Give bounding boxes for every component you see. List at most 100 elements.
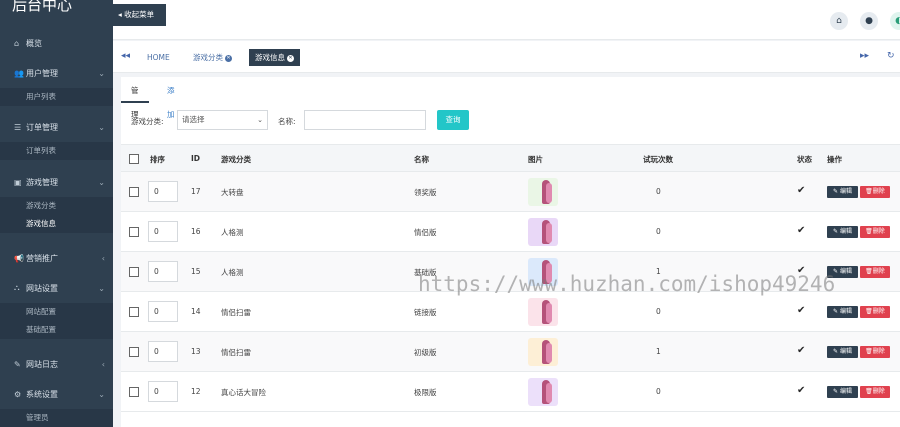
sidebar-subitem-site-config[interactable]: 网站配置 (0, 303, 113, 321)
row-checkbox[interactable] (129, 227, 139, 237)
delete-button[interactable]: 🗑删除 (860, 386, 890, 398)
edit-button[interactable]: ✎ 编辑 (827, 186, 858, 198)
sort-input[interactable]: 0 (148, 341, 178, 362)
name-input[interactable] (304, 110, 426, 130)
edit-icon: ✎ (833, 388, 839, 395)
gear-icon: ⚙ (14, 389, 22, 399)
home-icon[interactable]: ⌂ (830, 12, 848, 30)
cell-trials: 0 (656, 307, 661, 316)
th-name: 名称 (414, 155, 429, 164)
th-trials: 试玩次数 (643, 155, 673, 164)
sidebar-item-games[interactable]: ▣ 游戏管理 ⌄ (0, 167, 113, 197)
row-checkbox[interactable] (129, 267, 139, 277)
edit-button[interactable]: ✎ 编辑 (827, 226, 858, 238)
tab-manage[interactable]: 管理 (121, 79, 149, 119)
delete-button[interactable]: 🗑删除 (860, 186, 890, 198)
trash-icon: 🗑 (865, 388, 873, 395)
sidebar-subitem-basic-config[interactable]: 基础配置 (0, 321, 113, 339)
cell-id: 13 (191, 347, 201, 356)
tab-game-info[interactable]: 游戏信息 ✕ (249, 49, 300, 66)
close-icon[interactable]: ✕ (287, 54, 294, 62)
tab-label: 游戏分类 (193, 53, 223, 62)
sidebar-item-site-log[interactable]: ✎ 网站日志 ‹ (0, 349, 113, 379)
sort-input[interactable]: 0 (148, 181, 178, 202)
table-row: 0 17 大转盘 领奖版 0 ✔ ✎ 编辑 🗑删除 (121, 172, 900, 212)
edit-label: 编辑 (839, 188, 852, 195)
close-icon[interactable]: ✕ (225, 54, 232, 62)
cell-name: 初级版 (414, 348, 437, 357)
sidebar-item-label: 营销推广 (26, 253, 58, 263)
delete-button[interactable]: 🗑删除 (860, 266, 890, 278)
sidebar-item-marketing[interactable]: 📢 营销推广 ‹ (0, 243, 113, 273)
sidebar-subitem-admin[interactable]: 管理员 (0, 409, 113, 427)
delete-button[interactable]: 🗑删除 (860, 346, 890, 358)
cell-category: 大转盘 (221, 188, 244, 197)
row-checkbox[interactable] (129, 307, 139, 317)
check-icon[interactable]: ✔ (797, 225, 805, 236)
status-icon[interactable]: ◐ (890, 12, 900, 30)
game-thumbnail[interactable] (528, 218, 558, 246)
refresh-icon[interactable]: ↻ (887, 51, 895, 61)
gamepad-icon: ▣ (14, 177, 22, 187)
sidebar-item-label: 游戏管理 (26, 177, 58, 187)
user-icon[interactable]: ● (860, 12, 878, 30)
tab-add[interactable]: 添加 (157, 79, 185, 119)
topbar: ◂ 收起菜单 ⌂ ● ◐ (113, 0, 900, 40)
th-status: 状态 (797, 155, 812, 164)
sort-input[interactable]: 0 (148, 261, 178, 282)
edit-label: 编辑 (839, 348, 852, 355)
game-thumbnail[interactable] (528, 298, 558, 326)
sidebar-item-orders[interactable]: ☰ 订单管理 ⌄ (0, 112, 113, 142)
edit-button[interactable]: ✎ 编辑 (827, 386, 858, 398)
check-icon[interactable]: ✔ (797, 305, 805, 316)
row-checkbox[interactable] (129, 387, 139, 397)
delete-label: 删除 (872, 348, 885, 355)
cell-category: 人格测 (221, 268, 244, 277)
chevron-down-icon: ⌄ (257, 116, 263, 124)
trash-icon: 🗑 (865, 268, 873, 275)
tabs-scroll-right-icon[interactable]: ▸▸ (860, 51, 869, 61)
tab-home[interactable]: HOME (141, 49, 176, 66)
search-button[interactable]: 查询 (437, 110, 469, 130)
edit-button[interactable]: ✎ 编辑 (827, 306, 858, 318)
row-checkbox[interactable] (129, 187, 139, 197)
check-icon[interactable]: ✔ (797, 385, 805, 396)
delete-button[interactable]: 🗑删除 (860, 226, 890, 238)
select-all-checkbox[interactable] (129, 154, 139, 164)
edit-button[interactable]: ✎ 编辑 (827, 346, 858, 358)
trash-icon: 🗑 (865, 308, 873, 315)
check-icon[interactable]: ✔ (797, 185, 805, 196)
row-checkbox[interactable] (129, 347, 139, 357)
tab-game-category[interactable]: 游戏分类 ✕ (187, 49, 238, 66)
sort-input[interactable]: 0 (148, 221, 178, 242)
table-row: 0 12 真心话大冒险 极限版 0 ✔ ✎ 编辑 🗑删除 (121, 372, 900, 412)
category-select[interactable]: 请选择 ⌄ (177, 110, 268, 130)
delete-label: 删除 (872, 308, 885, 315)
cell-id: 15 (191, 267, 201, 276)
sidebar-item-overview[interactable]: ⌂ 概览 (0, 28, 113, 58)
sidebar-item-system-settings[interactable]: ⚙ 系统设置 ⌄ (0, 379, 113, 409)
th-id: ID (191, 154, 201, 163)
edit-label: 编辑 (839, 388, 852, 395)
sort-input[interactable]: 0 (148, 301, 178, 322)
sidebar: 后台中心 ⌂ 概览 👥 用户管理 ⌄ 用户列表 ☰ 订单管理 ⌄ 订单列表 ▣ … (0, 0, 113, 427)
delete-button[interactable]: 🗑删除 (860, 306, 890, 318)
tabs-scroll-left-icon[interactable]: ◂◂ (121, 51, 130, 61)
collapse-menu-button[interactable]: ◂ 收起菜单 (113, 4, 166, 26)
game-thumbnail[interactable] (528, 338, 558, 366)
sidebar-item-site-settings[interactable]: ⛬ 网站设置 ⌄ (0, 273, 113, 303)
sidebar-subitem-user-list[interactable]: 用户列表 (0, 88, 113, 106)
sidebar-subitem-order-list[interactable]: 订单列表 (0, 142, 113, 160)
sidebar-subitem-game-category[interactable]: 游戏分类 (0, 197, 113, 215)
edit-icon: ✎ (833, 188, 839, 195)
thumbnail-figure (546, 223, 552, 243)
sidebar-item-users[interactable]: 👥 用户管理 ⌄ (0, 58, 113, 88)
sidebar-subitem-game-info[interactable]: 游戏信息 (0, 215, 113, 233)
game-thumbnail[interactable] (528, 178, 558, 206)
delete-label: 删除 (872, 188, 885, 195)
sort-input[interactable]: 0 (148, 381, 178, 402)
sidebar-item-label: 订单管理 (26, 122, 58, 132)
check-icon[interactable]: ✔ (797, 345, 805, 356)
game-thumbnail[interactable] (528, 378, 558, 406)
cell-id: 14 (191, 307, 201, 316)
